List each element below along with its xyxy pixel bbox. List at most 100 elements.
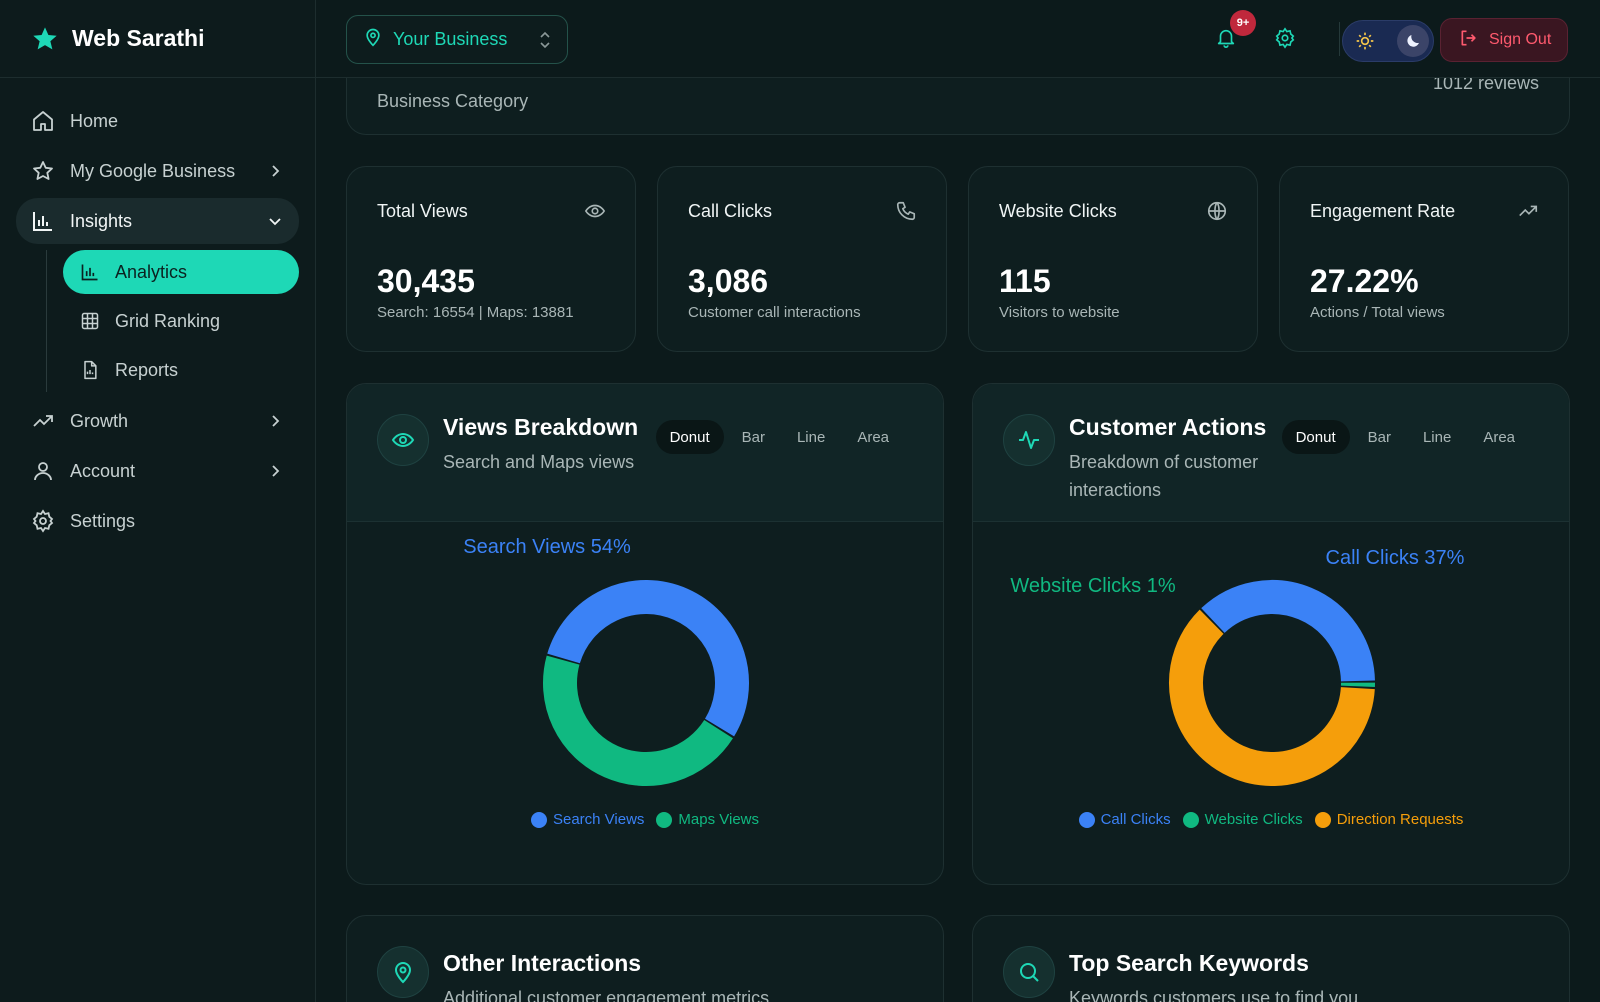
- legend-swatch: [656, 811, 673, 828]
- sidebar-item-label: Analytics: [115, 261, 188, 282]
- business-category: Business Category: [377, 91, 529, 111]
- activity-icon: [1003, 414, 1055, 466]
- sidebar-item-account[interactable]: Account: [16, 448, 299, 494]
- stat-subtext: Actions / Total views: [1310, 304, 1445, 321]
- business-select[interactable]: Your Business: [346, 15, 568, 64]
- stat-card-engagement-rate: Engagement Rate 27.22% Actions / Total v…: [1279, 166, 1569, 352]
- chart-subtitle: Search and Maps views: [443, 452, 635, 472]
- bell-icon[interactable]: 9+: [1212, 10, 1256, 52]
- grid-icon: [79, 310, 101, 332]
- sidebar-item-reports[interactable]: Reports: [63, 348, 299, 392]
- tab-donut[interactable]: Donut: [655, 420, 724, 454]
- card-subtitle: Keywords customers use to find you: [1069, 988, 1359, 1002]
- chart-legend: Search Views Maps Views: [347, 811, 943, 828]
- legend-label: Direction Requests: [1336, 811, 1464, 828]
- sidebar-item-label: Insights: [70, 210, 133, 231]
- tab-bar[interactable]: Bar: [1354, 420, 1405, 454]
- views-breakdown-card: Views Breakdown Search and Maps views Do…: [346, 383, 944, 885]
- sidebar-item-growth[interactable]: Growth: [16, 398, 299, 444]
- phone-icon: [894, 199, 918, 223]
- theme-toggle[interactable]: [1342, 20, 1434, 62]
- eye-icon: [377, 414, 429, 466]
- stat-subtext: Search: 16554 | Maps: 13881: [377, 304, 574, 321]
- sidebar-item-grid-ranking[interactable]: Grid Ranking: [63, 299, 299, 343]
- legend-item-call-clicks[interactable]: Call Clicks: [1078, 811, 1171, 828]
- topbar-divider: [1339, 22, 1340, 56]
- star-icon: [30, 158, 56, 184]
- donut-arcs: [543, 580, 749, 786]
- sidebar-item-label: Account: [70, 460, 136, 481]
- card-title: Top Search Keywords: [1069, 950, 1309, 976]
- map-pin-icon: [377, 946, 429, 998]
- tab-line[interactable]: Line: [1409, 420, 1465, 454]
- sidebar-item-settings[interactable]: Settings: [16, 498, 299, 544]
- brand-name: Web Sarathi: [72, 25, 205, 51]
- gear-icon[interactable]: [1271, 24, 1299, 52]
- sidebar-nav: Home My Google Business Insights Analyti…: [0, 78, 315, 544]
- legend-label: Call Clicks: [1100, 811, 1171, 828]
- actions-donut-chart: Call Clicks 37% Website Clicks 1%: [1010, 547, 1465, 786]
- user-icon: [30, 458, 56, 484]
- sidebar-item-analytics[interactable]: Analytics: [63, 250, 299, 294]
- topbar: Your Business 9+ Sign Out: [316, 0, 1600, 78]
- sidebar-item-label: Settings: [70, 510, 136, 531]
- stat-card-call-clicks: Call Clicks 3,086 Customer call interact…: [657, 166, 947, 352]
- brand[interactable]: Web Sarathi: [0, 0, 315, 78]
- chart-type-tabs: Donut Bar Line Area: [652, 420, 903, 454]
- sidebar-item-label: Grid Ranking: [115, 310, 221, 331]
- stat-title: Call Clicks: [688, 201, 773, 221]
- legend-swatch: [1078, 811, 1095, 828]
- bar-chart-icon: [30, 208, 56, 234]
- chevron-right-icon: [265, 411, 285, 431]
- chevron-down-icon: [265, 211, 285, 231]
- card-subtitle: Additional customer engagement metrics: [443, 988, 770, 1002]
- sidebar-item-my-google-business[interactable]: My Google Business: [16, 148, 299, 194]
- donut-slice-search-views[interactable]: [547, 580, 749, 737]
- map-pin-icon: [363, 27, 383, 52]
- eye-icon: [583, 199, 607, 223]
- chevron-right-icon: [265, 461, 285, 481]
- donut-callout-label: Call Clicks 37%: [1326, 547, 1465, 569]
- chevron-right-icon: [265, 161, 285, 181]
- tab-area[interactable]: Area: [1469, 420, 1529, 454]
- sun-icon: [1355, 31, 1375, 56]
- sidebar: Web Sarathi Home My Google Business Insi…: [0, 0, 316, 1002]
- gear-icon: [30, 508, 56, 534]
- main-content: Business Category 1012 reviews Total Vie…: [316, 0, 1600, 1002]
- trending-up-icon: [30, 408, 56, 434]
- legend-item-maps-views[interactable]: Maps Views: [656, 811, 759, 828]
- card-title: Other Interactions: [443, 950, 642, 976]
- sign-out-button[interactable]: Sign Out: [1440, 18, 1568, 62]
- stat-title: Website Clicks: [999, 201, 1117, 221]
- legend-swatch: [1182, 811, 1199, 828]
- legend-label: Search Views: [552, 811, 645, 828]
- star-logo-icon: [30, 24, 60, 54]
- log-out-icon: [1459, 28, 1479, 53]
- donut-slice-maps-views[interactable]: [543, 655, 733, 786]
- tab-area[interactable]: Area: [843, 420, 903, 454]
- stat-value: 3,086: [688, 263, 769, 299]
- tab-donut[interactable]: Donut: [1281, 420, 1350, 454]
- legend-label: Website Clicks: [1204, 811, 1303, 828]
- legend-label: Maps Views: [678, 811, 760, 828]
- legend-item-direction-requests[interactable]: Direction Requests: [1314, 811, 1464, 828]
- sidebar-item-insights[interactable]: Insights: [16, 198, 299, 244]
- chevron-up-down-icon: [537, 29, 553, 56]
- top-search-keywords-card: Top Search Keywords Keywords customers u…: [972, 915, 1570, 1002]
- tab-line[interactable]: Line: [783, 420, 839, 454]
- stat-title: Total Views: [377, 201, 468, 221]
- legend-swatch: [1314, 811, 1331, 828]
- stat-value: 30,435: [377, 263, 475, 299]
- chart-header: Views Breakdown Search and Maps views Do…: [347, 384, 943, 522]
- customer-actions-card: Customer Actions Breakdown of customer i…: [972, 383, 1570, 885]
- legend-item-website-clicks[interactable]: Website Clicks: [1182, 811, 1303, 828]
- sidebar-item-home[interactable]: Home: [16, 98, 299, 144]
- donut-slice-call-clicks[interactable]: [1201, 580, 1375, 682]
- stat-subtext: Visitors to website: [999, 304, 1120, 321]
- legend-item-search-views[interactable]: Search Views: [530, 811, 645, 828]
- chart-legend: Call Clicks Website Clicks Direction Req…: [973, 811, 1569, 828]
- donut-callout-label: Search Views 54%: [463, 536, 631, 558]
- trending-up-icon: [1516, 199, 1540, 223]
- tab-bar[interactable]: Bar: [728, 420, 779, 454]
- other-interactions-card: Other Interactions Additional customer e…: [346, 915, 944, 1002]
